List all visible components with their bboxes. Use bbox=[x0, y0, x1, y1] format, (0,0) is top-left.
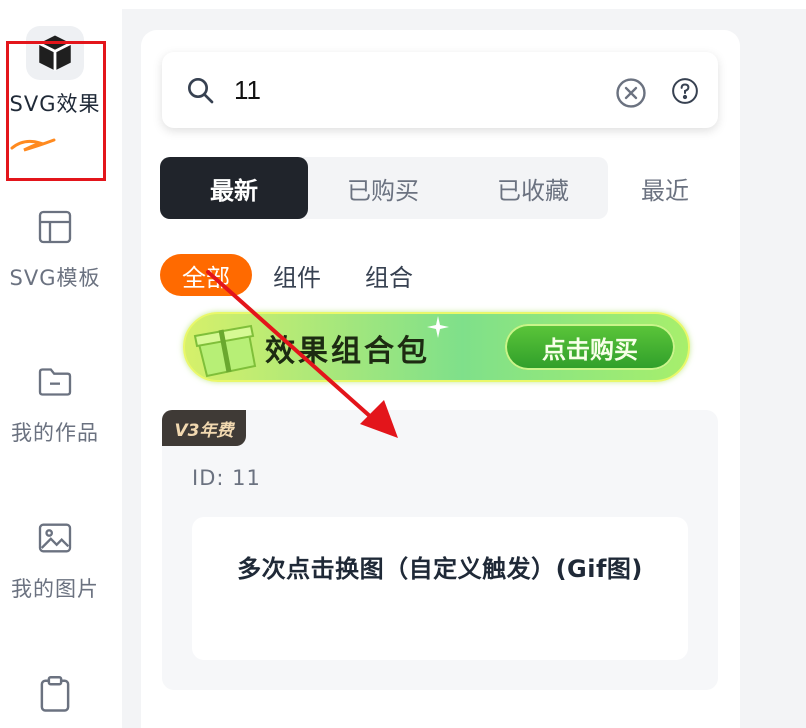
sidebar-item-svg-templates[interactable]: SVG模板 bbox=[0, 200, 110, 292]
sidebar: SVG效果 SVG模板 我的作品 我的图片 bbox=[0, 0, 122, 728]
sparkle-icon bbox=[427, 316, 449, 338]
help-icon[interactable] bbox=[670, 76, 700, 106]
sidebar-item-label: SVG模板 bbox=[9, 266, 101, 290]
filter-combos[interactable]: 组合 bbox=[352, 254, 426, 296]
tab-purchased[interactable]: 已购买 bbox=[308, 157, 458, 219]
card-content[interactable]: 多次点击换图（自定义触发）(Gif图) bbox=[192, 517, 688, 660]
filter-components[interactable]: 组件 bbox=[262, 254, 332, 296]
layout-icon bbox=[26, 200, 84, 254]
sidebar-item-label: SVG效果 bbox=[9, 92, 101, 116]
filter-all[interactable]: 全部 bbox=[160, 254, 252, 296]
cube-icon bbox=[26, 26, 84, 80]
search-input[interactable] bbox=[234, 70, 594, 110]
buy-button[interactable]: 点击购买 bbox=[505, 324, 675, 370]
sidebar-item-my-works[interactable]: 我的作品 bbox=[0, 355, 110, 447]
search-icon[interactable] bbox=[184, 74, 216, 106]
folder-icon bbox=[26, 355, 84, 409]
clipboard-icon bbox=[26, 666, 84, 720]
card-id: ID: 11 bbox=[192, 466, 261, 490]
banner-title: 效果组合包 bbox=[265, 334, 430, 369]
top-bar bbox=[122, 0, 806, 9]
sidebar-item-label: 我的图片 bbox=[11, 577, 99, 601]
gift-icon bbox=[193, 324, 257, 378]
promo-banner[interactable]: 效果组合包 点击购买 bbox=[183, 312, 690, 382]
sidebar-item-label: 我的作品 bbox=[11, 421, 99, 445]
sidebar-item-clipboard[interactable] bbox=[0, 666, 110, 720]
vip-badge: V3年费 bbox=[162, 410, 246, 446]
tab-favorites[interactable]: 已收藏 bbox=[458, 157, 608, 219]
search-bar bbox=[162, 52, 718, 128]
image-icon bbox=[26, 511, 84, 565]
annotation-swoosh bbox=[10, 138, 56, 152]
card-title: 多次点击换图（自定义触发）(Gif图) bbox=[237, 555, 643, 583]
tab-recent[interactable]: 最近 bbox=[620, 157, 710, 219]
sidebar-item-my-images[interactable]: 我的图片 bbox=[0, 511, 110, 603]
tab-latest[interactable]: 最新 bbox=[160, 157, 308, 219]
sidebar-item-svg-effects[interactable]: SVG效果 bbox=[0, 26, 110, 118]
clear-icon[interactable] bbox=[614, 76, 648, 110]
tab-bar: 最新 已购买 已收藏 bbox=[160, 157, 608, 219]
